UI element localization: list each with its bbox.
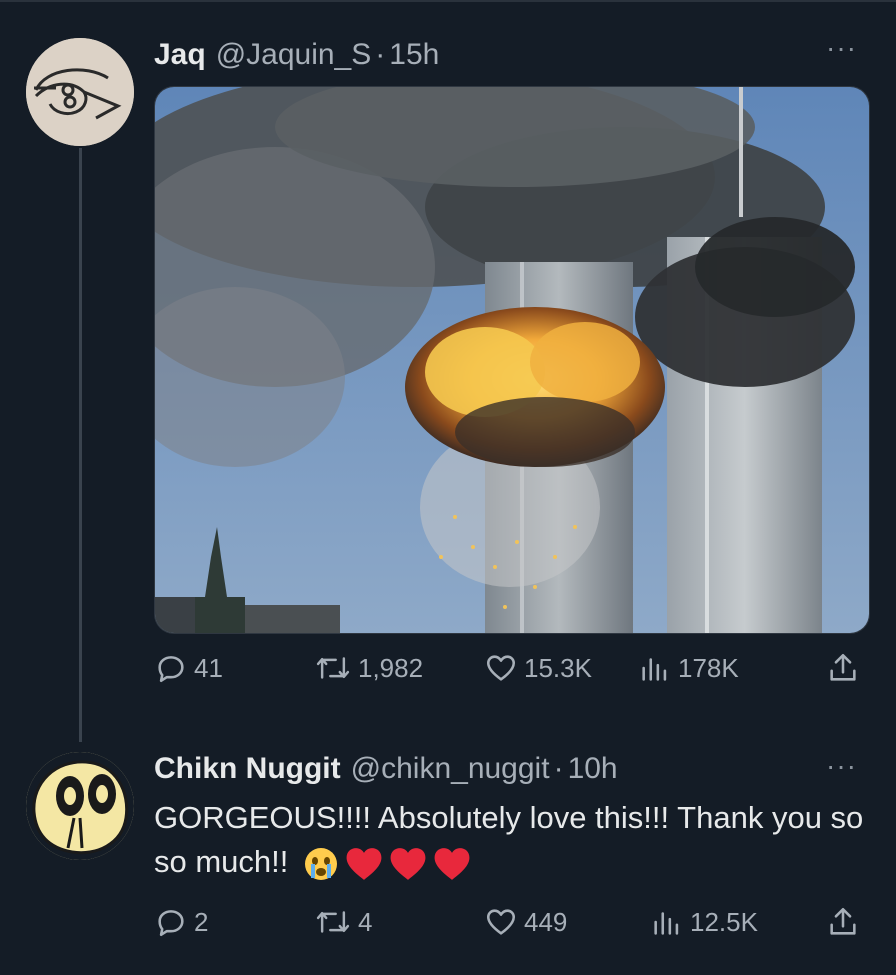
red-heart-emoji-icon [434, 847, 470, 880]
thread-connector-line [79, 148, 82, 742]
views-count: 178K [678, 652, 739, 683]
red-heart-emoji-icon [390, 847, 426, 880]
avatar-nugget-character-icon [26, 752, 134, 860]
share-icon [830, 907, 856, 935]
photo-towers-smoke-explosion [155, 87, 869, 633]
like-button[interactable]: 15.3K [484, 646, 592, 690]
views-count: 12.5K [690, 906, 758, 937]
retweet-icon [316, 911, 350, 933]
reply-action-bar: 2 4 449 12.5K [154, 900, 868, 944]
author-handle[interactable]: @chikn_nuggit [351, 752, 550, 786]
retweet-button[interactable]: 4 [314, 900, 372, 944]
share-button[interactable] [826, 646, 860, 690]
retweet-button[interactable]: 1,982 [314, 646, 423, 690]
emoji-group [303, 846, 471, 882]
views-button[interactable]: 178K [638, 646, 739, 690]
share-button[interactable] [826, 900, 860, 944]
timestamp[interactable]: 15h [389, 38, 439, 72]
avatar[interactable] [26, 752, 134, 860]
like-count: 449 [524, 906, 568, 937]
separator-dot: · [553, 752, 564, 785]
retweet-icon [316, 657, 350, 679]
more-options-icon[interactable]: ··· [826, 752, 857, 780]
reply-text: GORGEOUS!!!! Absolutely love this!!! Tha… [154, 796, 864, 884]
views-chart-icon [642, 658, 667, 681]
share-icon [830, 653, 856, 681]
author-name[interactable]: Jaq [154, 38, 206, 72]
views-button[interactable]: 12.5K [650, 900, 758, 944]
reply-count: 2 [194, 906, 209, 937]
avatar-drawing-icon [26, 38, 134, 146]
author-handle[interactable]: @Jaquin_S [216, 38, 372, 72]
retweet-count: 4 [358, 906, 373, 937]
heart-icon [486, 655, 516, 681]
separator-dot: · [375, 38, 386, 71]
reply-button[interactable]: 41 [154, 646, 223, 690]
reply-icon [158, 910, 184, 937]
reply-header: Chikn Nuggit @chikn_nuggit · 10h [154, 752, 618, 786]
tweet-image[interactable] [154, 86, 870, 634]
like-count: 15.3K [524, 652, 592, 683]
heart-icon [486, 909, 516, 935]
avatar[interactable] [26, 38, 134, 146]
red-heart-emoji-icon [346, 847, 382, 880]
retweet-count: 1,982 [358, 652, 424, 683]
reply-text-content: GORGEOUS!!!! Absolutely love this!!! Tha… [154, 800, 864, 879]
crying-face-emoji-icon [305, 847, 338, 880]
like-button[interactable]: 449 [484, 900, 567, 944]
timestamp[interactable]: 10h [568, 752, 618, 786]
top-divider [0, 0, 896, 2]
reply-button[interactable]: 2 [154, 900, 208, 944]
tweet-action-bar: 41 1,982 15.3K 178K [154, 646, 868, 690]
author-name[interactable]: Chikn Nuggit [154, 752, 341, 786]
more-options-icon[interactable]: ··· [826, 34, 857, 62]
reply-count: 41 [194, 652, 223, 683]
reply-icon [158, 656, 184, 683]
views-chart-icon [654, 912, 679, 935]
tweet-header: Jaq @Jaquin_S · 15h [154, 38, 439, 72]
